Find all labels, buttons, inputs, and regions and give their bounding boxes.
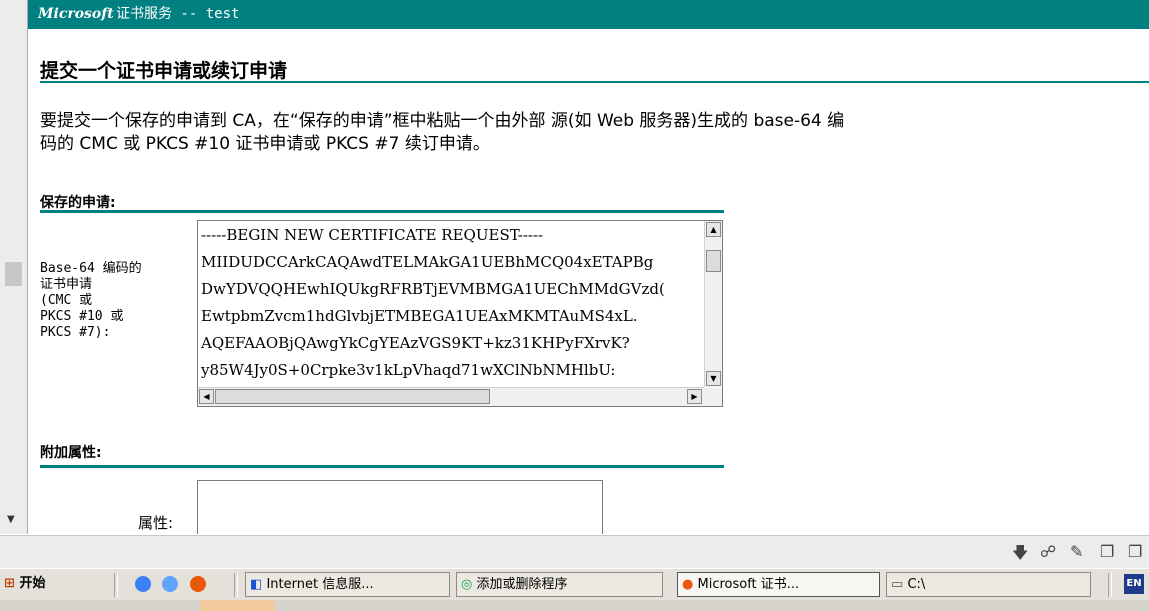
bottom-strip — [0, 600, 1149, 611]
additional-attributes-divider — [40, 465, 724, 468]
taskbar-separator — [114, 573, 118, 597]
task-iis-manager[interactable]: ◧ Internet 信息服... — [245, 572, 450, 597]
task-add-remove-programs[interactable]: ◎ 添加或删除程序 — [456, 572, 663, 597]
taskbar: ⊞ 开始 ◧ Internet 信息服... ◎ 添加或删除程序 ● Micro… — [0, 568, 1149, 601]
left-pane: ▼ — [0, 0, 28, 534]
programs-icon: ◎ — [461, 577, 473, 592]
request-line: -----BEGIN NEW CERTIFICATE REQUEST----- — [201, 226, 544, 244]
textarea-vertical-scrollbar[interactable]: ▲ ▼ — [704, 221, 722, 387]
firefox-icon: ● — [682, 577, 694, 592]
horizontal-scroll-thumb[interactable] — [215, 389, 490, 404]
description-line-2: 码的 CMC 或 PKCS #10 证书申请或 PKCS #7 续订申请。 — [40, 134, 490, 154]
title-divider — [40, 81, 1149, 83]
task-label: C:\ — [907, 577, 926, 592]
left-scroll-thumb[interactable] — [5, 262, 22, 286]
request-line: EwtpbmZvcm1hdGlvbjETMBEGA1UEAxMKMTAuMS4x… — [201, 307, 638, 325]
additional-attributes-heading: 附加属性: — [40, 445, 102, 461]
saved-request-label: Base-64 编码的 证书申请 (CMC 或 PKCS #10 或 PKCS … — [40, 261, 142, 340]
print-icon[interactable]: ❐ — [1128, 542, 1142, 561]
request-line: MIIDUDCCArkCAQAwdTELMAkGA1UEBhMCQ04xETAP… — [201, 253, 654, 271]
scroll-down-icon[interactable]: ▼ — [706, 371, 721, 386]
drive-icon: ▭ — [891, 577, 904, 592]
browser-content: Microsoft 证书服务 -- test 提交一个证书申请或续订申请 要提交… — [28, 0, 1149, 534]
taskbar-separator — [1108, 573, 1112, 597]
saved-request-divider — [40, 210, 724, 213]
task-label: Internet 信息服... — [266, 577, 374, 592]
task-c-drive[interactable]: ▭ C:\ — [886, 572, 1091, 597]
page-title: 提交一个证书申请或续订申请 — [40, 60, 288, 82]
start-button[interactable]: ⊞ 开始 — [4, 572, 45, 596]
firefox-quicklaunch-icon[interactable] — [190, 576, 206, 592]
attributes-textarea[interactable] — [197, 480, 603, 534]
task-label: 添加或删除程序 — [476, 577, 568, 592]
saved-request-heading: 保存的申请: — [40, 195, 116, 211]
iis-icon: ◧ — [250, 577, 263, 592]
start-label: 开始 — [19, 576, 46, 591]
taskbar-separator — [234, 573, 238, 597]
ie-quicklaunch-icon[interactable] — [135, 576, 151, 592]
scroll-up-icon[interactable]: ▲ — [706, 222, 721, 237]
window-icon[interactable]: ❐ — [1100, 542, 1114, 561]
attributes-label: 属性: — [138, 514, 174, 532]
server-manager-quicklaunch-icon[interactable] — [162, 576, 178, 592]
brand-label: Microsoft — [38, 6, 114, 22]
bottom-strip-segment — [200, 600, 275, 611]
resize-grip-icon[interactable] — [704, 388, 722, 406]
windows-logo-icon: ⊞ — [4, 576, 15, 591]
edit-icon[interactable]: ✎ — [1070, 542, 1083, 561]
request-line: AQEFAAOBjQAwgYkCgYEAzVGS9KT+kz31KHPyFXrv… — [201, 334, 630, 352]
request-line: y85W4Jy0S+0Crpke3v1kLpVhaqd71wXClNbNMHlb… — [201, 361, 616, 379]
scroll-down-arrow-icon[interactable]: ▼ — [7, 514, 15, 525]
vertical-scroll-thumb[interactable] — [706, 250, 721, 272]
task-microsoft-cert[interactable]: ● Microsoft 证书... — [677, 572, 880, 597]
privacy-icon[interactable]: ☍ — [1040, 542, 1056, 561]
scroll-right-icon[interactable]: ▶ — [687, 389, 702, 404]
request-line: DwYDVQQHEwhIQUkgRFRBTjEVMBMGA1UEChMMdGVz… — [201, 280, 665, 298]
task-label: Microsoft 证书... — [697, 577, 800, 592]
textarea-horizontal-scrollbar[interactable]: ◀ ▶ — [198, 387, 704, 406]
download-arrow-icon[interactable]: 🡇 — [1012, 542, 1028, 569]
description-line-1: 要提交一个保存的申请到 CA，在“保存的申请”框中粘贴一个由外部 源(如 Web… — [40, 111, 845, 131]
scroll-left-icon[interactable]: ◀ — [199, 389, 214, 404]
header-bar: Microsoft 证书服务 -- test — [28, 0, 1149, 29]
language-indicator[interactable]: EN — [1124, 574, 1144, 594]
saved-request-textarea[interactable]: -----BEGIN NEW CERTIFICATE REQUEST----- … — [197, 220, 723, 407]
browser-status-bar: 🡇 ☍ ✎ ❐ ❐ — [0, 535, 1149, 569]
header-title: 证书服务 -- test — [116, 6, 240, 22]
description: 要提交一个保存的申请到 CA，在“保存的申请”框中粘贴一个由外部 源(如 Web… — [40, 110, 1149, 156]
